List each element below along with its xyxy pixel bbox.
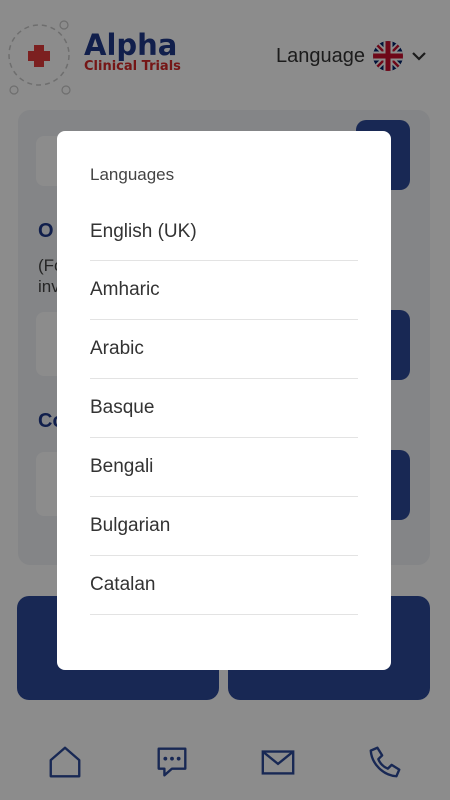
modal-title: Languages [90, 165, 175, 184]
language-option-amharic[interactable]: Amharic [90, 261, 358, 320]
language-option-basque[interactable]: Basque [90, 379, 358, 438]
language-modal: Languages English (UK) Amharic Arabic Ba… [57, 131, 391, 670]
language-option-english-uk[interactable]: English (UK) [90, 203, 358, 261]
language-option-bengali[interactable]: Bengali [90, 438, 358, 497]
language-option-bulgarian[interactable]: Bulgarian [90, 497, 358, 556]
language-option-arabic[interactable]: Arabic [90, 320, 358, 379]
language-list: English (UK) Amharic Arabic Basque Benga… [90, 203, 358, 615]
language-option-catalan[interactable]: Catalan [90, 556, 358, 615]
